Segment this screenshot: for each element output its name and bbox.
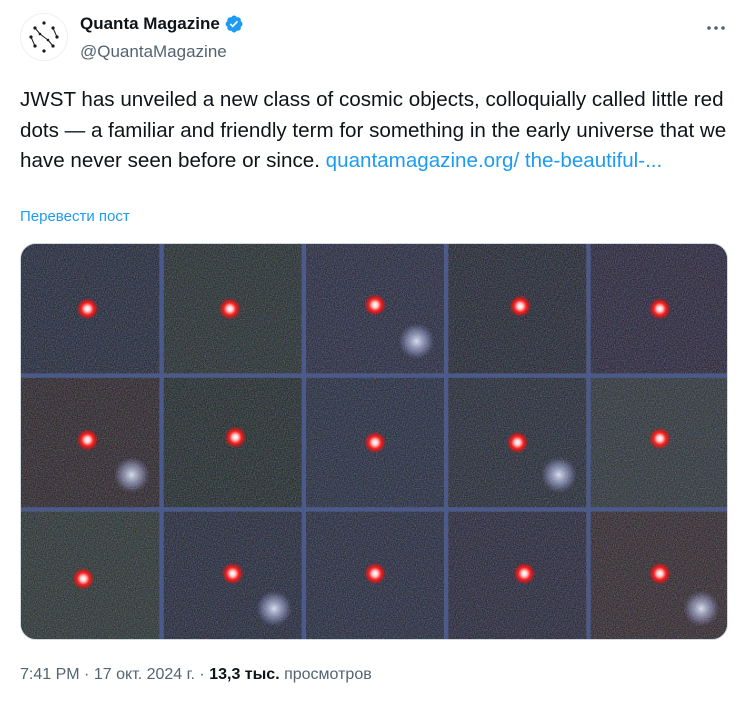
red-dot (509, 295, 532, 318)
galaxy-cutout (590, 377, 727, 508)
galaxy-cutout (163, 244, 302, 374)
galaxy-cutout (305, 244, 445, 374)
galaxy-cutout (305, 511, 445, 639)
meta-separator: · (84, 666, 90, 683)
verified-badge-icon[interactable] (224, 14, 244, 34)
tweet-date[interactable]: 17 окт. 2024 г. (94, 666, 195, 683)
views-label: просмотров (284, 666, 372, 683)
red-dot (648, 562, 671, 585)
galaxy-cutout (448, 377, 587, 508)
red-dot (76, 297, 99, 320)
article-link[interactable]: quantamagazine.org/ the-beautiful-... (326, 149, 663, 172)
author-handle[interactable]: @QuantaMagazine (80, 42, 227, 62)
red-dot (364, 562, 386, 585)
red-dot (72, 567, 95, 590)
galaxy-cutout (305, 377, 445, 508)
red-dot (506, 431, 529, 454)
red-dot (76, 428, 99, 451)
red-dot (218, 297, 241, 320)
views-count[interactable]: 13,3 тыс. (209, 666, 279, 683)
red-dot (221, 562, 244, 585)
more-options-button[interactable] (700, 14, 732, 42)
red-dot (224, 426, 247, 449)
galaxy-cutout (21, 244, 160, 374)
galaxy-cutout (590, 511, 727, 639)
tweet-text: JWST has unveiled a new class of cosmic … (20, 85, 730, 177)
red-dot (364, 431, 386, 454)
red-dot (648, 427, 671, 450)
meta-separator-2: · (199, 666, 205, 683)
galaxy-cutout (163, 511, 302, 639)
more-options-icon (707, 26, 725, 30)
quanta-logo-icon (29, 21, 59, 53)
tweet-meta: 7:41 PM · 17 окт. 2024 г. · 13,3 тыс. пр… (20, 666, 372, 684)
translate-post-link[interactable]: Перевести пост (20, 208, 130, 225)
media-image[interactable] (20, 243, 728, 640)
red-dot (648, 297, 671, 320)
little-red-dots-grid (21, 244, 727, 639)
galaxy-cutout (163, 377, 302, 508)
red-dot (513, 562, 536, 585)
galaxy-cutout (448, 244, 587, 374)
galaxy-cutout (21, 511, 160, 639)
author-name-row: Quanta Magazine (80, 14, 244, 34)
galaxy-cutout (590, 244, 727, 374)
galaxy-cutout (448, 511, 587, 639)
author-name[interactable]: Quanta Magazine (80, 14, 220, 34)
red-dot (364, 293, 386, 316)
galaxy-cutout (21, 377, 160, 508)
tweet-time[interactable]: 7:41 PM (20, 666, 80, 683)
author-avatar[interactable] (20, 13, 68, 61)
